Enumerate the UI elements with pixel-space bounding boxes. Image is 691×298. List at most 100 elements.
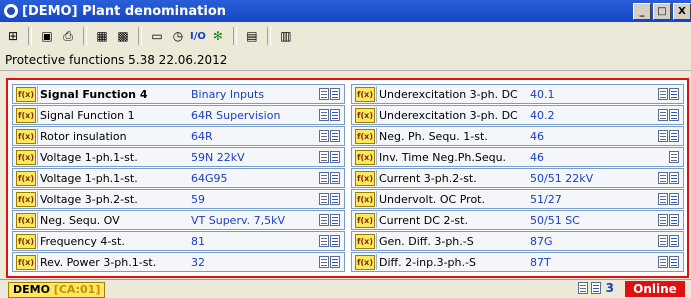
function-value: 50/51 SC xyxy=(530,213,580,227)
function-value: 40.1 xyxy=(530,87,555,101)
settings-doc-icon[interactable] xyxy=(658,214,668,226)
function-row[interactable]: f(x) Diff. 2-inp.3-ph.-S 87T xyxy=(351,252,684,272)
info-doc-icon[interactable] xyxy=(330,214,340,226)
function-row[interactable]: f(x) Neg. Ph. Sequ. 1-st. 46 xyxy=(351,126,684,146)
function-value: 64R xyxy=(191,129,213,143)
print-icon[interactable]: ⎙ xyxy=(59,27,77,45)
row-actions xyxy=(658,109,679,121)
function-row[interactable]: f(x) Signal Function 4 Binary Inputs xyxy=(12,84,345,104)
settings-doc-icon[interactable] xyxy=(319,88,329,100)
settings-doc-icon[interactable] xyxy=(658,88,668,100)
info-doc-icon[interactable] xyxy=(591,282,601,294)
grid-alt-icon[interactable]: ▩ xyxy=(114,27,132,45)
device-badge: DEMO [CA:01] xyxy=(8,282,106,298)
settings-doc-icon[interactable] xyxy=(658,235,668,247)
settings-doc-icon[interactable] xyxy=(319,214,329,226)
info-doc-icon[interactable] xyxy=(669,256,679,268)
row-separator xyxy=(376,107,377,123)
settings-doc-icon[interactable] xyxy=(319,193,329,205)
display-icon[interactable]: ▭ xyxy=(148,27,166,45)
settings-doc-icon[interactable] xyxy=(658,172,668,184)
info-doc-icon[interactable] xyxy=(330,172,340,184)
function-row[interactable]: f(x) Current 3-ph.2-st. 50/51 22kV xyxy=(351,168,684,188)
info-doc-icon[interactable] xyxy=(669,193,679,205)
maximize-button[interactable]: □ xyxy=(653,3,671,20)
row-actions xyxy=(658,214,679,226)
info-doc-icon[interactable] xyxy=(669,88,679,100)
function-row[interactable]: f(x) Undervolt. OC Prot. 51/27 xyxy=(351,189,684,209)
row-actions xyxy=(669,151,679,163)
row-actions xyxy=(658,235,679,247)
function-name: Underexcitation 3-ph. DC xyxy=(379,87,518,101)
function-row[interactable]: f(x) Frequency 4-st. 81 xyxy=(12,231,345,251)
function-row[interactable]: f(x) Neg. Sequ. OV VT Superv. 7,5kV xyxy=(12,210,345,230)
info-doc-icon[interactable] xyxy=(669,214,679,226)
tree-icon[interactable]: ⊞ xyxy=(4,27,22,45)
settings-doc-icon[interactable] xyxy=(319,256,329,268)
fx-icon: f(x) xyxy=(355,149,375,165)
info-doc-icon[interactable] xyxy=(669,130,679,142)
minimize-button[interactable]: _ xyxy=(633,3,651,20)
function-name: Voltage 1-ph.1-st. xyxy=(40,171,138,185)
info-doc-icon[interactable] xyxy=(330,109,340,121)
chart-icon[interactable]: ▤ xyxy=(243,27,261,45)
row-separator xyxy=(37,128,38,144)
settings-doc-icon[interactable] xyxy=(658,193,668,205)
function-row[interactable]: f(x) Voltage 3-ph.2-st. 59 xyxy=(12,189,345,209)
settings-doc-icon[interactable] xyxy=(319,109,329,121)
function-row[interactable]: f(x) Rev. Power 3-ph.1-st. 32 xyxy=(12,252,345,272)
status-bar: DEMO [CA:01] 3 Online xyxy=(0,279,691,298)
settings-doc-icon[interactable] xyxy=(319,172,329,184)
row-actions xyxy=(658,88,679,100)
function-row[interactable]: f(x) Current DC 2-st. 50/51 SC xyxy=(351,210,684,230)
info-doc-icon[interactable] xyxy=(330,130,340,142)
io-icon[interactable]: I/O xyxy=(190,27,206,45)
info-doc-icon[interactable] xyxy=(669,109,679,121)
info-doc-icon[interactable] xyxy=(330,151,340,163)
info-doc-icon[interactable] xyxy=(330,235,340,247)
function-row[interactable]: f(x) Inv. Time Neg.Ph.Sequ. 46 xyxy=(351,147,684,167)
settings-doc-icon[interactable] xyxy=(319,130,329,142)
settings-doc-icon[interactable] xyxy=(669,151,679,163)
info-doc-icon[interactable] xyxy=(669,235,679,247)
settings-doc-icon[interactable] xyxy=(319,235,329,247)
row-actions xyxy=(319,256,340,268)
functions-left-column: f(x) Signal Function 4 Binary Inputs f(x) S… xyxy=(12,84,345,273)
info-doc-icon[interactable] xyxy=(669,172,679,184)
settings-doc-icon[interactable] xyxy=(319,151,329,163)
function-value: 46 xyxy=(530,129,544,143)
settings-doc-icon[interactable] xyxy=(658,256,668,268)
toolbar-separator xyxy=(232,27,237,45)
fx-icon: f(x) xyxy=(355,170,375,186)
function-row[interactable]: f(x) Underexcitation 3-ph. DC 40.2 xyxy=(351,105,684,125)
row-separator xyxy=(376,212,377,228)
grid-icon[interactable]: ▦ xyxy=(93,27,111,45)
info-doc-icon[interactable] xyxy=(330,88,340,100)
row-separator xyxy=(37,86,38,102)
settings-icon[interactable]: ✻ xyxy=(209,27,227,45)
function-name: Rotor insulation xyxy=(40,129,127,143)
row-separator xyxy=(376,149,377,165)
close-button[interactable]: X xyxy=(673,3,691,20)
save-icon[interactable]: ▣ xyxy=(38,27,56,45)
function-value: 40.2 xyxy=(530,108,555,122)
fx-icon: f(x) xyxy=(16,86,36,102)
settings-doc-icon[interactable] xyxy=(658,130,668,142)
info-doc-icon[interactable] xyxy=(330,193,340,205)
status-icons xyxy=(578,282,601,294)
info-doc-icon[interactable] xyxy=(330,256,340,268)
function-row[interactable]: f(x) Gen. Diff. 3-ph.-S 87G xyxy=(351,231,684,251)
report-icon[interactable]: ▥ xyxy=(277,27,295,45)
function-row[interactable]: f(x) Signal Function 1 64R Supervision xyxy=(12,105,345,125)
function-row[interactable]: f(x) Underexcitation 3-ph. DC 40.1 xyxy=(351,84,684,104)
window-title: [DEMO] Plant denomination xyxy=(22,3,227,19)
function-row[interactable]: f(x) Voltage 1-ph.1-st. 64G95 xyxy=(12,168,345,188)
clock-icon[interactable]: ◷ xyxy=(169,27,187,45)
settings-doc-icon[interactable] xyxy=(658,109,668,121)
row-actions xyxy=(319,193,340,205)
function-row[interactable]: f(x) Rotor insulation 64R xyxy=(12,126,345,146)
function-row[interactable]: f(x) Voltage 1-ph.1-st. 59N 22kV xyxy=(12,147,345,167)
document-icon[interactable] xyxy=(578,282,588,294)
app-icon xyxy=(4,4,18,18)
row-separator xyxy=(376,254,377,270)
